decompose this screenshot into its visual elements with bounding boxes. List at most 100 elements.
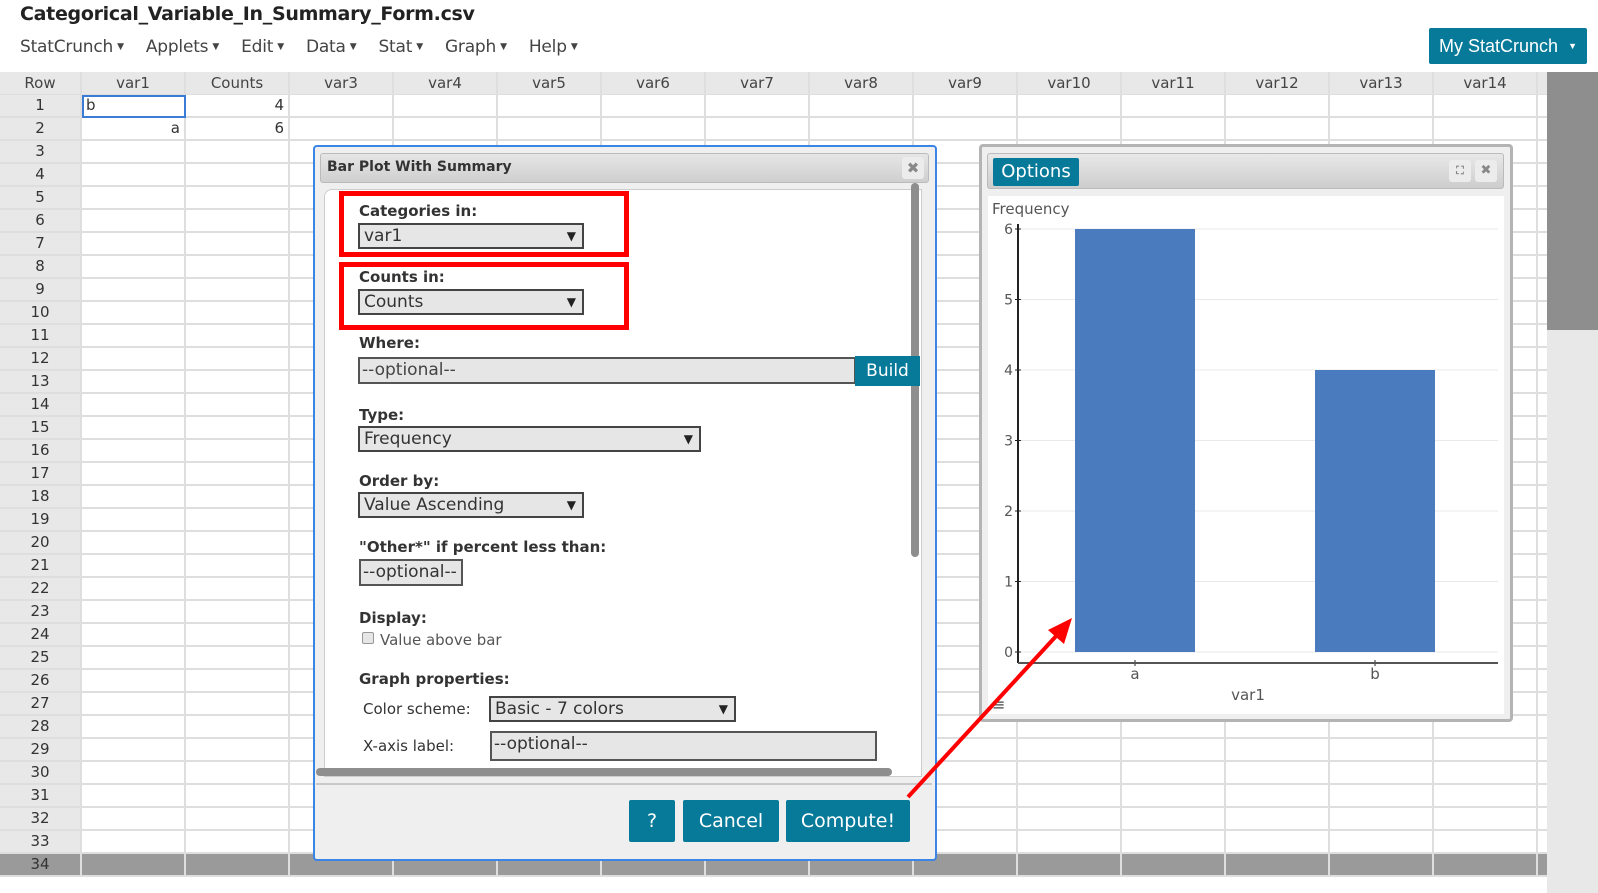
grid-cell[interactable] — [186, 670, 290, 693]
grid-cell[interactable] — [1226, 808, 1330, 831]
grid-cell[interactable] — [914, 95, 1018, 118]
grid-cell[interactable] — [498, 95, 602, 118]
grid-cell[interactable] — [186, 785, 290, 808]
grid-cell[interactable] — [1330, 808, 1434, 831]
column-header[interactable]: var3 — [290, 72, 394, 96]
grid-cell[interactable] — [914, 118, 1018, 141]
grid-cell[interactable] — [82, 210, 186, 233]
grid-cell[interactable] — [1018, 95, 1122, 118]
compute-button[interactable]: Compute! — [786, 800, 910, 842]
dialog-titlebar[interactable]: Bar Plot With Summary ✖ — [320, 153, 929, 183]
x-axis-label-input[interactable]: --optional-- — [490, 731, 877, 761]
grid-cell[interactable] — [186, 371, 290, 394]
grid-cell[interactable] — [1226, 854, 1330, 877]
grid-cell[interactable] — [82, 463, 186, 486]
grid-cell[interactable] — [1330, 785, 1434, 808]
grid-cell[interactable] — [82, 440, 186, 463]
grid-cell[interactable] — [1330, 739, 1434, 762]
grid-cell[interactable] — [186, 808, 290, 831]
grid-cell[interactable] — [186, 601, 290, 624]
grid-cell[interactable] — [82, 187, 186, 210]
grid-cell[interactable] — [1122, 739, 1226, 762]
grid-cell[interactable] — [706, 95, 810, 118]
grid-cell[interactable]: b — [82, 95, 186, 118]
menu-edit[interactable]: Edit ▼ — [241, 37, 284, 57]
column-header[interactable]: var9 — [914, 72, 1018, 96]
column-header[interactable]: var13 — [1330, 72, 1434, 96]
grid-cell[interactable] — [82, 325, 186, 348]
grid-cell[interactable] — [1018, 854, 1122, 877]
grid-cell[interactable] — [186, 233, 290, 256]
grid-cell[interactable] — [1122, 808, 1226, 831]
grid-cell[interactable] — [82, 739, 186, 762]
value-above-bar-checkbox[interactable] — [362, 632, 374, 644]
grid-cell[interactable] — [82, 394, 186, 417]
grid-cell[interactable] — [82, 670, 186, 693]
menu-help[interactable]: Help ▼ — [529, 37, 578, 57]
grid-cell[interactable] — [1226, 831, 1330, 854]
grid-cell[interactable] — [1226, 762, 1330, 785]
type-select[interactable]: Frequency ▼ — [358, 426, 701, 452]
grid-cell[interactable] — [186, 624, 290, 647]
grid-cell[interactable] — [1330, 95, 1434, 118]
menu-statcrunch[interactable]: StatCrunch ▼ — [20, 37, 124, 57]
order-by-select[interactable]: Value Ascending ▼ — [358, 492, 584, 518]
grid-cell[interactable] — [186, 693, 290, 716]
grid-cell[interactable] — [186, 187, 290, 210]
grid-cell[interactable] — [186, 762, 290, 785]
grid-cell[interactable] — [82, 785, 186, 808]
menu-stat[interactable]: Stat ▼ — [378, 37, 423, 57]
grid-cell[interactable] — [82, 371, 186, 394]
column-header[interactable]: var6 — [602, 72, 706, 96]
grid-cell[interactable] — [82, 141, 186, 164]
close-icon[interactable]: ✖ — [1475, 160, 1497, 182]
grid-cell[interactable] — [186, 463, 290, 486]
grid-cell[interactable] — [82, 808, 186, 831]
where-input[interactable]: --optional-- — [358, 357, 856, 384]
grid-cell[interactable] — [1434, 831, 1538, 854]
grid-cell[interactable] — [1434, 118, 1538, 141]
grid-cell[interactable] — [186, 578, 290, 601]
help-button[interactable]: ? — [629, 800, 675, 842]
grid-cell[interactable] — [1330, 831, 1434, 854]
grid-cell[interactable] — [1434, 95, 1538, 118]
grid-cell[interactable] — [82, 647, 186, 670]
grid-cell[interactable] — [1434, 808, 1538, 831]
grid-cell[interactable] — [1434, 854, 1538, 877]
grid-cell[interactable] — [186, 854, 290, 877]
column-header[interactable]: var14 — [1434, 72, 1538, 96]
grid-cell[interactable] — [82, 578, 186, 601]
grid-cell[interactable] — [82, 762, 186, 785]
grid-cell[interactable] — [186, 739, 290, 762]
grid-cell[interactable] — [82, 532, 186, 555]
grid-cell[interactable] — [1226, 95, 1330, 118]
grid-cell[interactable] — [82, 601, 186, 624]
column-header[interactable]: var8 — [810, 72, 914, 96]
grid-cell[interactable] — [1122, 831, 1226, 854]
chart-menu-icon[interactable]: ≡ — [992, 695, 1005, 714]
grid-cell[interactable] — [82, 555, 186, 578]
grid-cell[interactable] — [1122, 785, 1226, 808]
menu-graph[interactable]: Graph ▼ — [445, 37, 507, 57]
my-statcrunch-button[interactable]: My StatCrunch ▼ — [1429, 28, 1587, 64]
grid-cell[interactable] — [186, 716, 290, 739]
grid-cell[interactable] — [1122, 854, 1226, 877]
grid-scrollbar-thumb[interactable] — [1547, 72, 1598, 330]
grid-cell[interactable]: a — [82, 118, 186, 141]
grid-cell[interactable] — [1434, 739, 1538, 762]
grid-cell[interactable] — [82, 417, 186, 440]
grid-cell[interactable] — [82, 233, 186, 256]
grid-cell[interactable] — [186, 831, 290, 854]
column-header[interactable]: var4 — [394, 72, 498, 96]
grid-cell[interactable] — [82, 164, 186, 187]
other-percent-input[interactable]: --optional-- — [359, 559, 463, 586]
column-header[interactable]: var10 — [1018, 72, 1122, 96]
grid-cell[interactable] — [186, 141, 290, 164]
color-scheme-select[interactable]: Basic - 7 colors ▼ — [489, 696, 736, 722]
column-header[interactable]: var12 — [1226, 72, 1330, 96]
grid-cell[interactable] — [186, 210, 290, 233]
grid-cell[interactable] — [186, 164, 290, 187]
grid-cell[interactable] — [186, 302, 290, 325]
grid-cell[interactable] — [810, 95, 914, 118]
grid-cell[interactable] — [290, 95, 394, 118]
